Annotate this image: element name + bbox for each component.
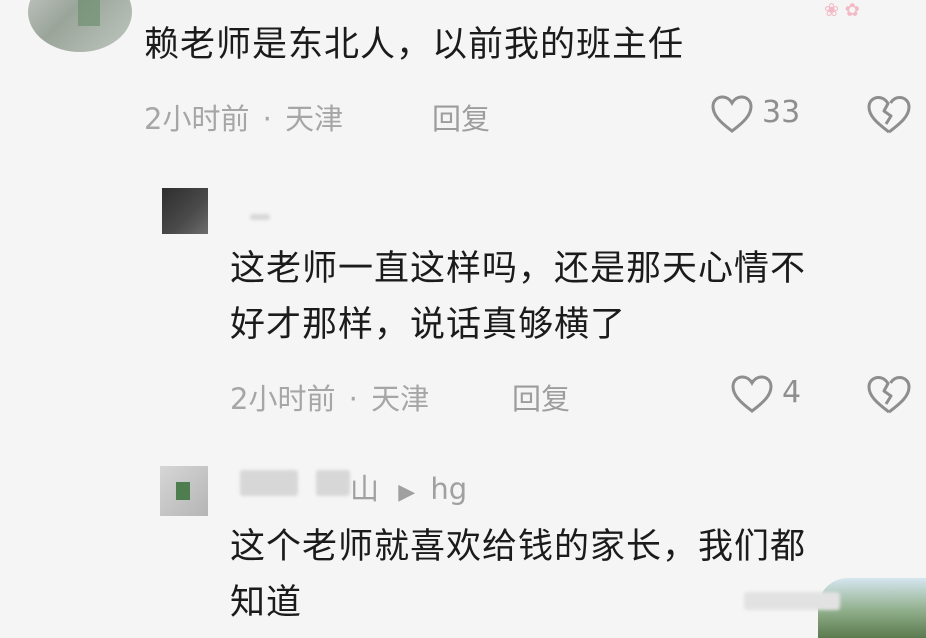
reply-button[interactable]: 回复 bbox=[512, 376, 570, 418]
comment-text: 赖老师是东北人，以前我的班主任 bbox=[144, 25, 685, 65]
like-count: 4 bbox=[782, 375, 802, 410]
like-heart-icon[interactable] bbox=[710, 94, 754, 134]
reply-button[interactable]: 回复 bbox=[432, 96, 490, 138]
reply-text-line-1: 这老师一直这样吗，还是那天心情不 bbox=[230, 249, 807, 289]
username-redacted bbox=[240, 470, 298, 496]
username-redacted bbox=[250, 214, 270, 220]
reply-text-line-2: 知道 bbox=[230, 583, 303, 623]
reply-to-name: hg bbox=[430, 472, 468, 506]
reply-to-arrow-icon: ▶ bbox=[398, 480, 416, 505]
comment-meta: 2小时前 · 天津 bbox=[144, 96, 343, 138]
reply-time: 2小时前 bbox=[230, 382, 336, 416]
comment-location: 天津 bbox=[285, 102, 344, 136]
username-visible: 山 bbox=[350, 472, 380, 506]
dislike-broken-heart-icon[interactable] bbox=[866, 374, 912, 416]
meta-separator: · bbox=[348, 382, 358, 416]
like-count: 33 bbox=[762, 95, 801, 130]
reply-avatar[interactable] bbox=[160, 466, 208, 516]
reply-location: 天津 bbox=[371, 382, 430, 416]
username-redacted bbox=[316, 470, 350, 496]
reply-username: 山 ▶ hg bbox=[350, 466, 467, 508]
reply-text-line-2: 好才那样，说话真够横了 bbox=[230, 305, 627, 345]
decoration-icon: ❀ ✿ bbox=[824, 0, 860, 21]
comment-time: 2小时前 bbox=[144, 102, 250, 136]
dislike-broken-heart-icon[interactable] bbox=[866, 94, 912, 136]
watermark-redacted bbox=[744, 592, 840, 610]
reply-text-line-1: 这个老师就喜欢给钱的家长，我们都 bbox=[230, 527, 807, 567]
commenter-avatar[interactable] bbox=[28, 0, 132, 52]
reply-avatar[interactable] bbox=[162, 188, 208, 234]
like-heart-icon[interactable] bbox=[730, 374, 774, 414]
meta-separator: · bbox=[262, 102, 272, 136]
reply-meta: 2小时前 · 天津 bbox=[230, 376, 429, 418]
